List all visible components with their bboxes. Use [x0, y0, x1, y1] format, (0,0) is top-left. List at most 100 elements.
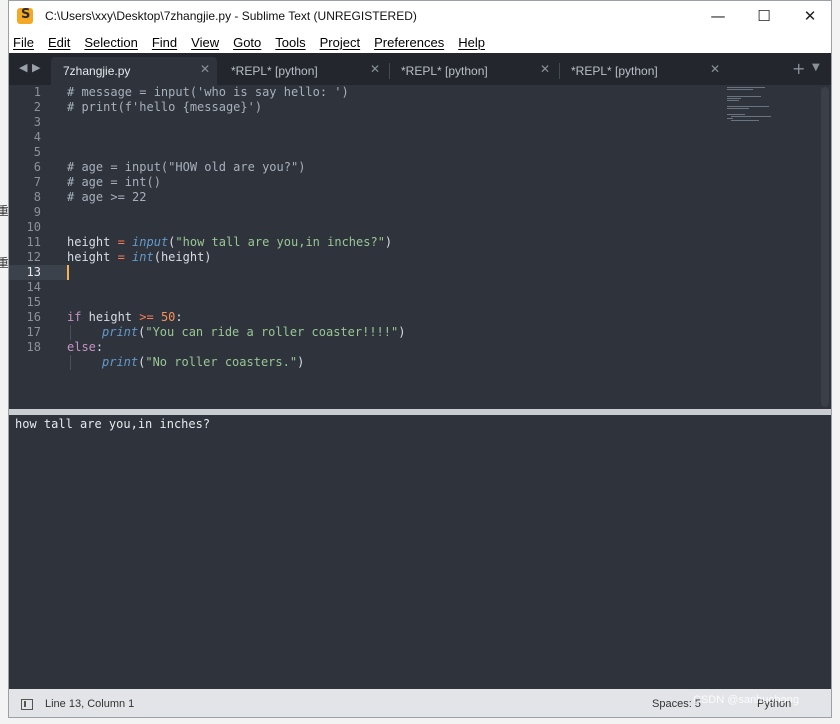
close-button[interactable]: ✕: [787, 1, 831, 31]
code-line-11: height = input("how tall are you,in inch…: [67, 235, 392, 250]
menu-help[interactable]: Help: [458, 35, 485, 50]
code-token: ): [297, 355, 305, 369]
code-token: 50: [160, 310, 176, 324]
code-token: =: [110, 235, 133, 249]
line-number: 3: [33, 115, 41, 129]
indent-guide: [70, 355, 71, 370]
code-token: ): [398, 325, 406, 339]
code-line-15: if height >= 50:: [67, 310, 183, 325]
menu-selection[interactable]: Selection: [84, 35, 137, 50]
line-number: 15: [26, 295, 41, 309]
output-panel[interactable]: how tall are you,in inches?: [9, 415, 831, 689]
line-number: 8: [33, 190, 41, 204]
menu-file[interactable]: File: [13, 35, 34, 50]
minimap-line: [727, 96, 761, 97]
cursor-position: Line 13, Column 1: [45, 698, 135, 710]
tab-label: *REPL* [python]: [401, 64, 488, 78]
code-token: height: [67, 250, 111, 264]
code-token: height: [81, 310, 140, 324]
code-token: print: [102, 355, 139, 369]
menu-view[interactable]: View: [191, 35, 219, 50]
tab-label: *REPL* [python]: [231, 64, 318, 78]
title-bar: C:\Users\xxy\Desktop\7zhangjie.py - Subl…: [9, 1, 831, 31]
tab-7zhangjie-py[interactable]: 7zhangjie.py: [51, 57, 217, 85]
menu-preferences[interactable]: Preferences: [374, 35, 444, 50]
line-number: 11: [26, 235, 41, 249]
code-line-8: # age >= 22: [67, 190, 147, 204]
tab-label: *REPL* [python]: [571, 64, 658, 78]
output-text: how tall are you,in inches?: [15, 417, 211, 431]
code-token: "how tall are you,in inches?": [175, 235, 385, 249]
minimap-line: [727, 89, 753, 90]
line-number: 2: [33, 100, 41, 114]
menu-tools[interactable]: Tools: [275, 35, 305, 50]
line-number: 9: [33, 205, 41, 219]
line-number: 18: [26, 340, 41, 354]
tab-close-icon[interactable]: ✕: [710, 62, 720, 76]
line-number: 4: [33, 130, 41, 144]
code-token: (height): [153, 250, 212, 264]
menu-goto[interactable]: Goto: [233, 35, 261, 50]
tab-repl-python-2[interactable]: *REPL* [python]: [389, 57, 557, 85]
line-number: 6: [33, 160, 41, 174]
code-line-16: print("You can ride a roller coaster!!!!…: [102, 325, 405, 340]
code-token: else: [67, 340, 96, 354]
tab-scroll-left-icon[interactable]: ◀: [19, 61, 27, 74]
code-line-17: else:: [67, 340, 103, 355]
tab-close-icon[interactable]: ✕: [540, 62, 550, 76]
code-line-6: # age = input("HOW old are you?"): [67, 160, 306, 174]
code-line-1: # message = input('who is say hello: '): [67, 85, 349, 99]
minimap-line: [731, 116, 771, 117]
tab-scroll-right-icon[interactable]: ▶: [32, 61, 40, 74]
line-number: 16: [26, 310, 41, 324]
line-number: 5: [33, 145, 41, 159]
line-number: 12: [26, 250, 41, 264]
minimap[interactable]: [727, 85, 791, 145]
code-line-18: print("No roller coasters."): [102, 355, 304, 370]
code-token: input: [132, 235, 169, 249]
code-token: "No roller coasters.": [145, 355, 298, 369]
code-token: =: [110, 250, 133, 264]
menu-find[interactable]: Find: [152, 35, 177, 50]
line-number: 1: [33, 85, 41, 99]
code-editor[interactable]: 1 2 3 4 5 6 7 8 9 10 11 12 13 14 15 16 1…: [9, 85, 831, 409]
minimize-button[interactable]: —: [695, 1, 741, 31]
toggle-panel-icon[interactable]: [21, 698, 33, 710]
new-tab-plus-icon[interactable]: +: [792, 59, 805, 78]
tab-repl-python-3[interactable]: *REPL* [python]: [559, 57, 727, 85]
window-title: C:\Users\xxy\Desktop\7zhangjie.py - Subl…: [45, 9, 417, 23]
code-line-7: # age = int(): [67, 175, 161, 189]
indent-guide: [70, 325, 71, 340]
watermark: CSDN @sanhuohong: [693, 694, 799, 706]
code-line-12: height = int(height): [67, 250, 212, 265]
line-number: 7: [33, 175, 41, 189]
minimap-line: [727, 108, 749, 109]
maximize-button[interactable]: ☐: [741, 1, 787, 31]
minimap-line: [727, 114, 745, 115]
line-number-gutter: 1 2 3 4 5 6 7 8 9 10 11 12 13 14 15 16 1…: [9, 85, 61, 409]
minimap-line: [727, 98, 741, 99]
minimap-line: [727, 118, 733, 119]
tab-label: 7zhangjie.py: [63, 64, 131, 78]
tab-bar: ◀ ▶ 7zhangjie.py ✕ *REPL* [python] ✕ *RE…: [9, 53, 831, 85]
text-caret: [67, 265, 69, 280]
tab-repl-python-1[interactable]: *REPL* [python]: [219, 57, 387, 85]
minimap-line: [727, 87, 765, 88]
minimap-line: [727, 100, 739, 101]
tab-close-icon[interactable]: ✕: [200, 62, 210, 76]
code-token: ): [384, 235, 393, 249]
menu-project[interactable]: Project: [320, 35, 360, 50]
code-token: :: [175, 310, 183, 324]
tab-close-icon[interactable]: ✕: [370, 62, 380, 76]
minimap-line: [731, 120, 759, 121]
line-number: 17: [26, 325, 41, 339]
code-token: >=: [139, 310, 154, 324]
vertical-scrollbar[interactable]: [821, 87, 829, 407]
code-token: print: [102, 325, 139, 339]
code-token: if: [67, 310, 82, 324]
menu-edit[interactable]: Edit: [48, 35, 70, 50]
code-token: :: [95, 340, 104, 354]
tab-list-dropdown-icon[interactable]: ▼: [812, 62, 820, 73]
sublime-text-window: C:\Users\xxy\Desktop\7zhangjie.py - Subl…: [8, 0, 832, 718]
